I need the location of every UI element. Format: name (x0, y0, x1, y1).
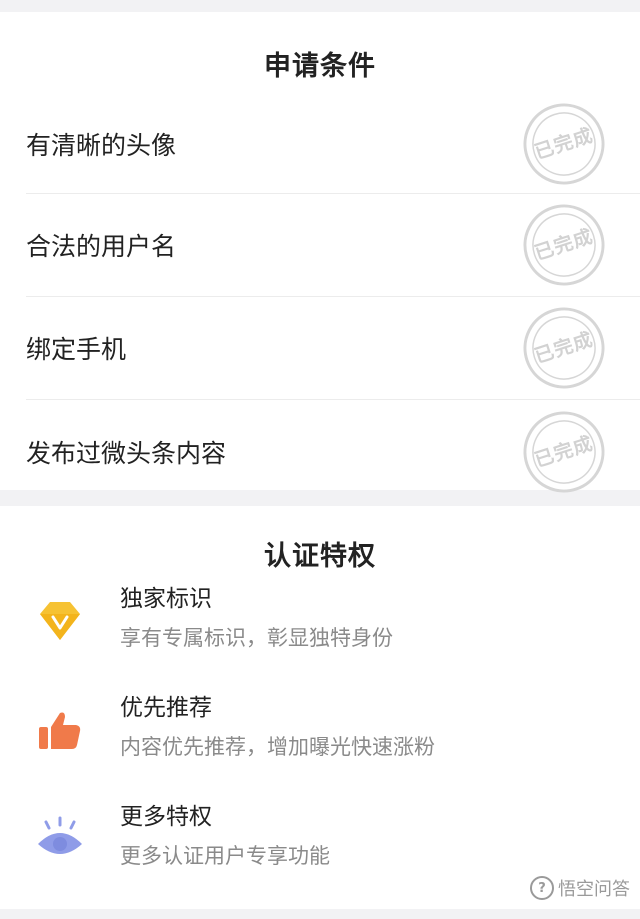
privileges-list: 独家标识 享有专属标识，彰显独特身份 优先推荐 内容优先推荐，增加曝光快速涨粉 (0, 584, 640, 911)
condition-row: 发布过微头条内容 已完成 (26, 400, 640, 503)
privilege-title: 独家标识 (120, 586, 212, 612)
privilege-desc: 内容优先推荐，增加曝光快速涨粉 (120, 735, 435, 759)
completed-stamp-icon: 已完成 (511, 91, 617, 197)
privilege-text: 独家标识 享有专属标识，彰显独特身份 (120, 584, 393, 652)
question-mark-icon: ? (530, 876, 554, 900)
privilege-desc: 更多认证用户专享功能 (120, 844, 330, 868)
condition-label: 有清晰的头像 (26, 130, 177, 160)
privilege-desc: 享有专属标识，彰显独特身份 (120, 626, 393, 650)
thumbs-up-icon (34, 705, 86, 757)
condition-row: 有清晰的头像 已完成 (26, 94, 640, 194)
conditions-list: 有清晰的头像 已完成 合法的用户名 已完成 绑定手机 已完成 发布过微头条内容 (0, 94, 640, 503)
privilege-title: 优先推荐 (120, 695, 212, 721)
watermark: ? 悟空问答 (530, 875, 630, 901)
conditions-title: 申请条件 (264, 51, 376, 82)
eye-icon (34, 814, 86, 866)
condition-row: 合法的用户名 已完成 (26, 194, 640, 297)
completed-stamp-icon: 已完成 (511, 399, 617, 505)
completed-stamp-icon: 已完成 (511, 192, 617, 298)
privilege-text: 更多特权 更多认证用户专享功能 (120, 802, 330, 870)
privilege-text: 优先推荐 内容优先推荐，增加曝光快速涨粉 (120, 693, 435, 761)
privileges-card: 认证特权 独家标识 享有专属标识，彰显独特身份 优先推荐 内容优先推荐，增加曝光… (0, 506, 640, 909)
conditions-card: 申请条件 有清晰的头像 已完成 合法的用户名 已完成 绑定手机 已完成 发布过微… (0, 12, 640, 492)
condition-row: 绑定手机 已完成 (26, 297, 640, 400)
privilege-row-priority-recommend: 优先推荐 内容优先推荐，增加曝光快速涨粉 (34, 693, 640, 802)
condition-label: 合法的用户名 (26, 232, 177, 261)
privilege-row-exclusive-badge: 独家标识 享有专属标识，彰显独特身份 (34, 584, 640, 693)
diamond-badge-icon (34, 596, 86, 648)
privileges-title: 认证特权 (264, 541, 376, 572)
privilege-title: 更多特权 (120, 804, 212, 830)
condition-label: 绑定手机 (26, 335, 127, 364)
condition-label: 发布过微头条内容 (26, 438, 227, 468)
top-strip (0, 0, 640, 12)
watermark-text: 悟空问答 (558, 879, 630, 900)
completed-stamp-icon: 已完成 (511, 295, 617, 401)
